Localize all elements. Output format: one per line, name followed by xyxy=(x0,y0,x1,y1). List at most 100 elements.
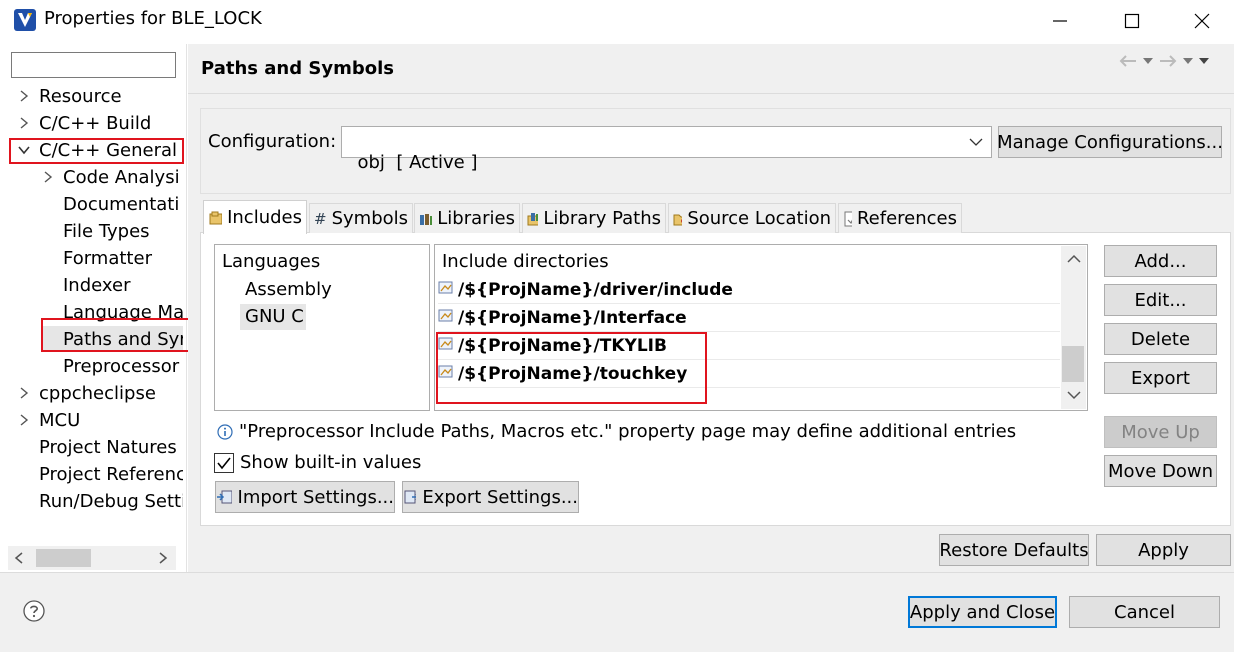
apply-and-close-button[interactable]: Apply and Close xyxy=(908,596,1057,628)
info-icon xyxy=(217,423,233,440)
tree-item-label: cppcheclipse xyxy=(39,382,156,404)
chevron-right-icon[interactable] xyxy=(17,116,31,130)
tab-includes[interactable]: Includes xyxy=(203,200,307,234)
minimize-button[interactable] xyxy=(1040,6,1080,36)
tree-item-label: Documentati xyxy=(63,193,180,215)
back-arrow-icon[interactable] xyxy=(1118,54,1138,68)
page-navigation xyxy=(1118,52,1228,70)
filter-input[interactable] xyxy=(11,52,176,78)
maximize-icon xyxy=(1124,13,1140,29)
tree-item[interactable]: Project Natures xyxy=(17,434,183,460)
tree-item-label: Resource xyxy=(39,85,122,107)
move-down-button[interactable]: Move Down xyxy=(1104,455,1217,487)
tree-item-label: Indexer xyxy=(63,274,131,296)
highlight-box-paths-and-symbols xyxy=(41,318,194,352)
chevron-right-icon[interactable] xyxy=(17,386,31,400)
chevron-down-icon xyxy=(969,138,983,146)
show-builtin-values-label: Show built-in values xyxy=(240,452,422,473)
checkmark-icon xyxy=(217,457,231,469)
tree-item-label: Code Analysi xyxy=(63,166,180,188)
libraries-icon xyxy=(420,213,433,225)
tab-symbols[interactable]: # Symbols xyxy=(309,203,413,233)
add-button[interactable]: Add... xyxy=(1104,245,1217,277)
scroll-right-icon[interactable] xyxy=(154,549,172,567)
tree-item[interactable]: C/C++ Build xyxy=(17,110,183,136)
close-button[interactable] xyxy=(1182,6,1222,36)
help-icon xyxy=(23,600,45,622)
language-item-selected[interactable]: GNU C xyxy=(240,304,306,330)
scrollbar-thumb[interactable] xyxy=(1062,346,1084,382)
export-settings-button[interactable]: Export Settings... xyxy=(402,481,579,513)
language-item-assembly[interactable]: Assembly xyxy=(245,279,332,300)
cancel-button[interactable]: Cancel xyxy=(1069,596,1220,628)
include-vertical-scrollbar[interactable] xyxy=(1061,246,1086,409)
delete-button[interactable]: Delete xyxy=(1104,323,1217,355)
tab-libraries[interactable]: Libraries xyxy=(414,203,520,233)
tree-item[interactable]: Documentati xyxy=(41,191,183,217)
include-directory-row[interactable]: /${ProjName}/driver/include xyxy=(438,276,1060,304)
tab-source-location[interactable]: Source Location xyxy=(668,203,836,233)
scrollbar-thumb[interactable] xyxy=(36,549,91,567)
include-folder-icon xyxy=(438,279,454,300)
tab-library-paths[interactable]: Library Paths xyxy=(522,203,666,233)
tree-item[interactable]: Resource xyxy=(17,83,183,109)
languages-header: Languages xyxy=(222,251,321,272)
tree-item[interactable]: Preprocessor xyxy=(41,353,183,379)
window-title: Properties for BLE_LOCK xyxy=(44,8,262,29)
import-settings-button[interactable]: Import Settings... xyxy=(215,481,395,513)
tree-item-label: Run/Debug Setti xyxy=(39,490,183,512)
back-menu-chevron-icon[interactable] xyxy=(1142,56,1154,66)
tree-item[interactable]: Project Referenc xyxy=(17,461,183,487)
tree-item-label: Formatter xyxy=(63,247,152,269)
highlight-box-includes xyxy=(436,332,707,404)
export-button[interactable]: Export xyxy=(1104,362,1217,394)
chevron-right-icon[interactable] xyxy=(17,413,31,427)
maximize-button[interactable] xyxy=(1112,6,1152,36)
tree-item[interactable]: Code Analysi xyxy=(41,164,183,190)
move-up-button[interactable]: Move Up xyxy=(1104,416,1217,448)
chevron-right-icon[interactable] xyxy=(17,89,31,103)
close-icon xyxy=(1194,13,1210,29)
includes-icon xyxy=(209,211,223,224)
tree-item[interactable]: MCU xyxy=(17,407,183,433)
forward-arrow-icon[interactable] xyxy=(1158,54,1178,68)
tree-item[interactable]: Run/Debug Setti xyxy=(17,488,183,514)
manage-configurations-button[interactable]: Manage Configurations... xyxy=(997,126,1223,158)
tab-references[interactable]: References xyxy=(838,203,962,233)
include-directory-path: /${ProjName}/Interface xyxy=(458,307,687,328)
edit-button[interactable]: Edit... xyxy=(1104,284,1217,316)
restore-defaults-button[interactable]: Restore Defaults xyxy=(939,534,1089,566)
include-directory-path: /${ProjName}/driver/include xyxy=(458,279,733,300)
configuration-value: obj [ Active ] xyxy=(357,152,478,173)
help-button[interactable] xyxy=(23,600,45,622)
export-icon xyxy=(404,490,417,504)
tree-item[interactable]: Formatter xyxy=(41,245,183,271)
configuration-select[interactable]: obj [ Active ] xyxy=(341,126,992,173)
tree-item-label: C/C++ Build xyxy=(39,112,152,134)
include-directories-header: Include directories xyxy=(442,251,609,272)
tree-item-label: Project Natures xyxy=(39,436,177,458)
forward-menu-chevron-icon[interactable] xyxy=(1182,56,1194,66)
language-item-gnu-c: GNU C xyxy=(245,306,304,327)
apply-button[interactable]: Apply xyxy=(1096,534,1231,566)
scroll-left-icon[interactable] xyxy=(10,549,28,567)
show-builtin-values-row[interactable]: Show built-in values xyxy=(214,452,421,473)
chevron-right-icon[interactable] xyxy=(41,170,55,184)
scroll-up-icon[interactable] xyxy=(1067,254,1081,264)
view-menu-chevron-icon[interactable] xyxy=(1198,56,1210,66)
tree-item[interactable]: File Types xyxy=(41,218,183,244)
tree-horizontal-scrollbar[interactable] xyxy=(8,546,176,570)
tree-item[interactable]: cppcheclipse xyxy=(17,380,183,406)
include-directory-row[interactable]: /${ProjName}/Interface xyxy=(438,304,1060,332)
folder-icon xyxy=(673,214,683,225)
show-builtin-values-checkbox[interactable] xyxy=(214,452,234,473)
include-folder-icon xyxy=(438,307,454,328)
tree-item[interactable]: Indexer xyxy=(41,272,183,298)
scroll-down-icon[interactable] xyxy=(1067,390,1081,400)
